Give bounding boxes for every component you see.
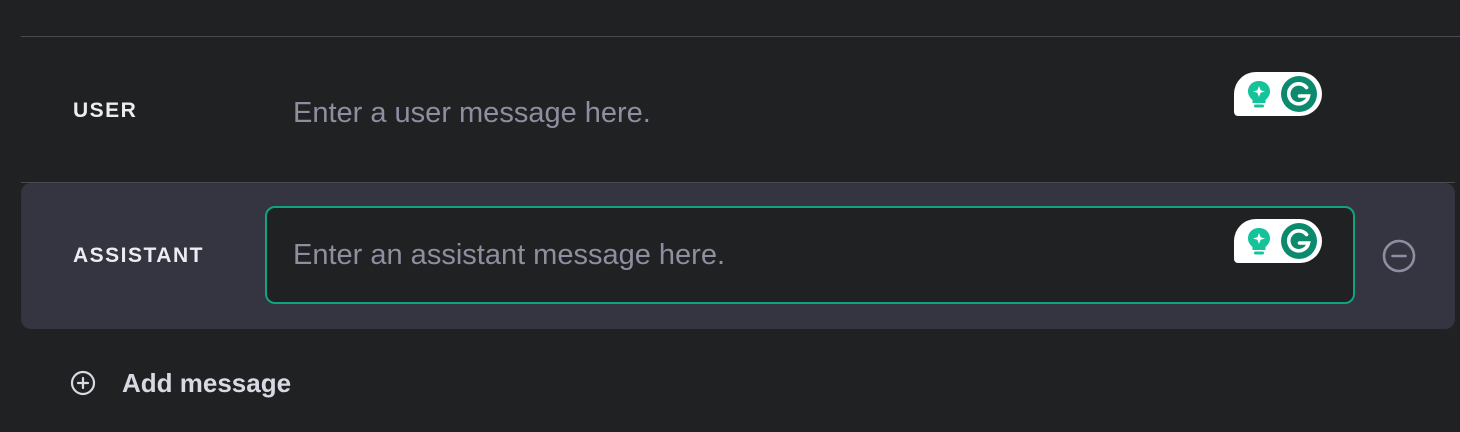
message-row-user: USER [21, 37, 1455, 183]
message-row-assistant: ASSISTANT [21, 183, 1455, 329]
role-toggle-assistant[interactable]: ASSISTANT [73, 244, 204, 268]
add-message-label: Add message [122, 367, 292, 398]
grammarly-widget[interactable] [1234, 219, 1322, 263]
remove-message-button[interactable] [1382, 239, 1416, 273]
grammarly-g-icon[interactable] [1280, 75, 1318, 113]
add-message-button[interactable]: Add message [70, 365, 291, 401]
user-message-input[interactable] [265, 83, 1355, 143]
assistant-message-input[interactable] [265, 206, 1355, 304]
minus-circle-icon [1382, 239, 1416, 273]
plus-circle-icon [70, 370, 96, 396]
lightbulb-icon[interactable] [1240, 222, 1278, 260]
role-toggle-user[interactable]: USER [73, 99, 137, 123]
grammarly-widget[interactable] [1234, 72, 1322, 116]
chat-messages-panel: USER ASSISTANT [0, 0, 1460, 432]
lightbulb-icon[interactable] [1240, 75, 1278, 113]
grammarly-g-icon[interactable] [1280, 222, 1318, 260]
